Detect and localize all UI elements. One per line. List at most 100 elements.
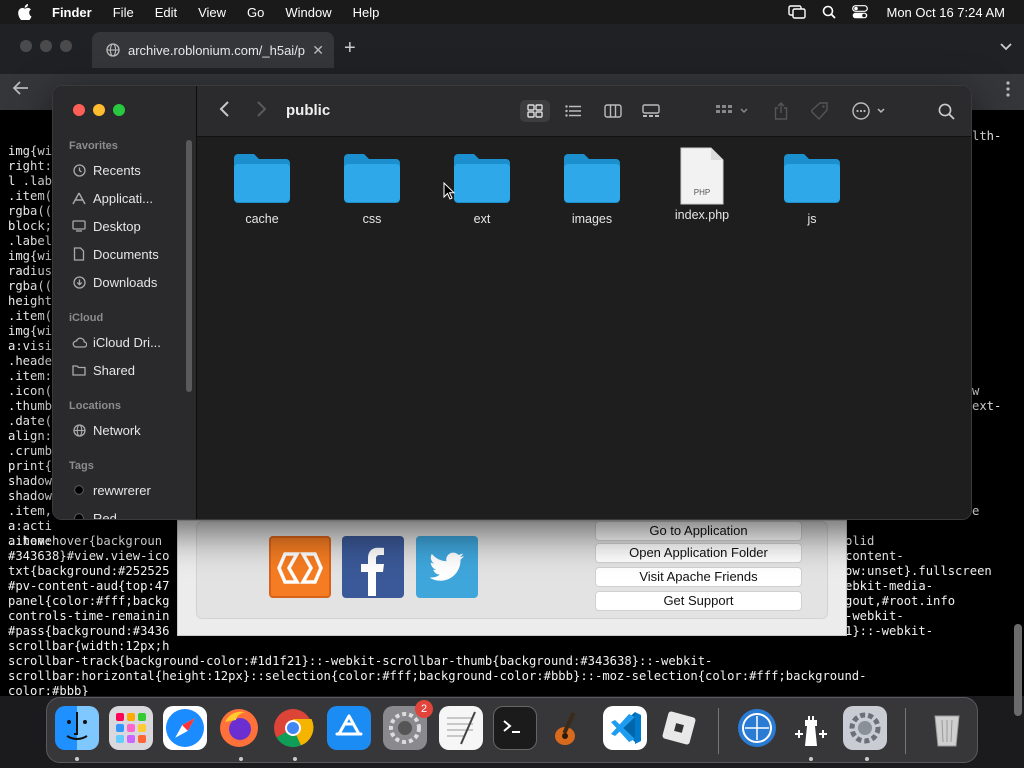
- folder-icon: [562, 152, 622, 204]
- mouse-pointer-icon: [443, 181, 456, 205]
- launchpad-icon[interactable]: [109, 706, 153, 750]
- xampp-logo-icon[interactable]: [269, 536, 331, 598]
- browser-zoom-light[interactable]: [60, 40, 72, 52]
- forward-chevron-icon[interactable]: [255, 100, 267, 124]
- back-chevron-icon[interactable]: [219, 100, 231, 124]
- tab-close-icon[interactable]: ✕: [312, 42, 324, 59]
- code-line: scrollbar{width:12px;h: [8, 639, 170, 653]
- icon-view-icon[interactable]: [520, 100, 550, 122]
- back-arrow-icon[interactable]: [12, 80, 30, 101]
- twitter-icon[interactable]: [416, 536, 478, 598]
- sidebar-item-shared[interactable]: Shared: [71, 360, 191, 380]
- folder-item-css[interactable]: css: [322, 152, 422, 226]
- vscode-icon[interactable]: [603, 706, 647, 750]
- sidebar-item-label: iCloud Dri...: [93, 334, 161, 350]
- page-scrollbar[interactable]: [1014, 624, 1022, 716]
- browser-tab[interactable]: archive.roblonium.com/_h5ai/p ✕: [92, 32, 334, 68]
- menu-edit[interactable]: Edit: [155, 5, 177, 20]
- dock-divider: [905, 708, 906, 754]
- code-right-fragment: lth-: [972, 129, 1002, 143]
- sidebar-item-icloud-drive[interactable]: iCloud Dri...: [71, 332, 191, 352]
- shared-folder-icon: [71, 364, 87, 376]
- sidebar-item-label: Red: [93, 510, 117, 520]
- tab-search-icon[interactable]: [1000, 40, 1012, 54]
- sidebar-item-network[interactable]: Network: [71, 420, 191, 440]
- apple-icon[interactable]: [18, 4, 36, 20]
- sidebar-scrollbar[interactable]: [186, 140, 192, 392]
- dock-divider: [718, 708, 719, 754]
- sidebar-item-label: Network: [93, 422, 141, 438]
- code-line: scrollbar-track{background-color:#1d1f21…: [8, 654, 713, 668]
- facebook-icon[interactable]: [342, 536, 404, 598]
- finder-sidebar: Favorites Recents Applicati... Desktop D…: [53, 86, 196, 520]
- notification-badge: 2: [415, 700, 433, 718]
- folder-item-js[interactable]: js: [762, 152, 862, 226]
- browser-minimize-light[interactable]: [40, 40, 52, 52]
- sidebar-item-documents[interactable]: Documents: [71, 244, 191, 264]
- sidebar-item-label: rewwrerer: [93, 482, 151, 498]
- code-line: content-: [845, 549, 904, 563]
- group-by-icon[interactable]: [712, 100, 752, 122]
- settings-gear-icon[interactable]: [843, 706, 887, 750]
- sidebar-item-label: Documents: [93, 246, 159, 262]
- go-to-application-button[interactable]: Go to Application: [595, 521, 802, 541]
- tower-icon[interactable]: [789, 706, 833, 750]
- sidebar-item-tag-rewwrerer[interactable]: rewwrerer: [71, 480, 191, 500]
- file-item-index-php[interactable]: PHP index.php: [652, 147, 752, 222]
- menu-file[interactable]: File: [113, 5, 134, 20]
- sidebar-item-label: Applicati...: [93, 190, 153, 206]
- new-tab-button[interactable]: +: [344, 38, 356, 58]
- sidebar-item-applications[interactable]: Applicati...: [71, 188, 191, 208]
- textedit-icon[interactable]: [439, 706, 483, 750]
- compass-icon[interactable]: [735, 706, 779, 750]
- sidebar-item-desktop[interactable]: Desktop: [71, 216, 191, 236]
- menu-go[interactable]: Go: [247, 5, 264, 20]
- sidebar-item-recents[interactable]: Recents: [71, 160, 191, 180]
- folder-item-cache[interactable]: cache: [212, 152, 312, 226]
- close-window-button[interactable]: [73, 104, 85, 116]
- roblox-icon[interactable]: [657, 706, 701, 750]
- list-view-icon[interactable]: [559, 100, 587, 122]
- tag-icon[interactable]: [809, 100, 831, 122]
- menu-view[interactable]: View: [198, 5, 226, 20]
- firefox-icon[interactable]: [217, 706, 261, 750]
- running-indicator: [293, 757, 297, 761]
- spotlight-search-icon[interactable]: [822, 5, 837, 19]
- xampp-panel: Go to Application Open Application Folde…: [177, 520, 847, 636]
- minimize-window-button[interactable]: [93, 104, 105, 116]
- gallery-view-icon[interactable]: [637, 100, 665, 122]
- chrome-icon[interactable]: [271, 706, 315, 750]
- zoom-window-button[interactable]: [113, 104, 125, 116]
- column-view-icon[interactable]: [599, 100, 627, 122]
- locations-header: Locations: [69, 400, 121, 412]
- menubar-clock[interactable]: Mon Oct 16 7:24 AM: [886, 5, 1005, 20]
- get-support-button[interactable]: Get Support: [595, 591, 802, 611]
- menu-app-finder[interactable]: Finder: [52, 5, 92, 20]
- code-line: color:#bbb}: [8, 684, 89, 696]
- item-name: css: [362, 212, 382, 226]
- more-actions-icon[interactable]: [850, 100, 890, 122]
- menu-help[interactable]: Help: [353, 5, 380, 20]
- desktop-icon: [71, 220, 87, 232]
- browser-menu-icon[interactable]: [1006, 81, 1010, 102]
- app-store-icon[interactable]: [327, 706, 371, 750]
- menu-window[interactable]: Window: [285, 5, 331, 20]
- garageband-icon[interactable]: [547, 706, 591, 750]
- menu-bar: Finder File Edit View Go Window Help Mon…: [0, 0, 1024, 24]
- control-center-icon[interactable]: [852, 5, 869, 19]
- folder-icon: [232, 152, 292, 204]
- trash-icon[interactable]: [925, 706, 969, 750]
- terminal-icon[interactable]: [493, 706, 537, 750]
- visit-apache-friends-button[interactable]: Visit Apache Friends: [595, 567, 802, 587]
- browser-close-light[interactable]: [20, 40, 32, 52]
- code-right-fragment: e: [972, 504, 980, 518]
- sidebar-item-tag-red[interactable]: Red: [71, 508, 191, 520]
- finder-dock-icon[interactable]: [55, 706, 99, 750]
- share-icon[interactable]: [770, 100, 792, 122]
- search-icon[interactable]: [935, 100, 957, 122]
- folder-item-images[interactable]: images: [542, 152, 642, 226]
- open-application-folder-button[interactable]: Open Application Folder: [595, 543, 802, 563]
- safari-icon[interactable]: [163, 706, 207, 750]
- sidebar-item-downloads[interactable]: Downloads: [71, 272, 191, 292]
- screen-mirror-icon[interactable]: [788, 5, 807, 19]
